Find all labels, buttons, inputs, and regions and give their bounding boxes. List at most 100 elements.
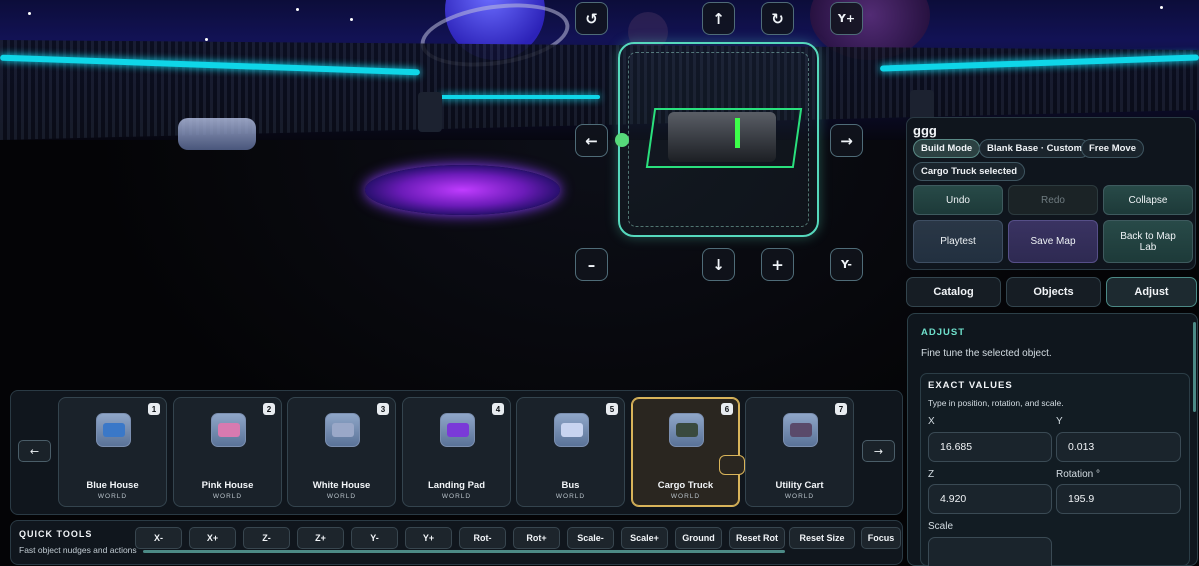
adjust-scrollbar[interactable]	[1193, 322, 1196, 412]
quick-tool-button[interactable]: Z+	[297, 527, 344, 549]
hotbar-slot[interactable]: 6 Cargo Truck WORLD	[631, 397, 745, 507]
scale-label: Scale	[928, 521, 954, 532]
object-icon	[102, 423, 125, 437]
x-input[interactable]: 16.685	[928, 432, 1052, 462]
selected-cargo-truck[interactable]	[668, 112, 776, 162]
slot-type: WORLD	[326, 493, 357, 500]
quick-tools-scrollbar[interactable]	[143, 550, 785, 553]
rotate-left-button[interactable]: ↺	[575, 2, 608, 35]
object-thumbnail	[211, 413, 246, 447]
y-input[interactable]: 0.013	[1056, 432, 1181, 462]
hotbar-slot[interactable]: 2 Pink House WORLD	[173, 397, 282, 507]
slot-type: WORLD	[441, 493, 472, 500]
quick-tool-button[interactable]: Reset Rot	[729, 527, 785, 549]
selected-object-chip: Cargo Truck selected	[913, 162, 1026, 181]
adjust-subtitle: Fine tune the selected object.	[921, 348, 1052, 359]
move-up-button[interactable]: ↑	[702, 2, 735, 35]
quick-tool-button[interactable]: X+	[189, 527, 236, 549]
star	[1160, 6, 1163, 9]
slot-name: Pink House	[201, 480, 254, 491]
rotate-right-button[interactable]: ↻	[761, 2, 794, 35]
hotbar-next-button[interactable]: →	[862, 440, 895, 462]
object-icon	[675, 423, 698, 437]
slot-type: WORLD	[97, 493, 128, 500]
quick-tool-button[interactable]: X-	[135, 527, 182, 549]
object-thumbnail	[440, 413, 475, 447]
hotbar-slot[interactable]: 5 Bus WORLD	[516, 397, 625, 507]
object-icon	[789, 423, 812, 437]
base-chip[interactable]: Blank Base · Custom	[979, 139, 1091, 158]
quick-tool-button[interactable]: Ground	[675, 527, 722, 549]
tab-adjust[interactable]: Adjust	[1106, 277, 1197, 307]
object-icon	[560, 423, 583, 437]
quick-tool-button[interactable]: Scale-	[567, 527, 614, 549]
z-input[interactable]: 4.920	[928, 484, 1052, 514]
hotbar-slot[interactable]: 7 Utility Cart WORLD	[745, 397, 854, 507]
object-icon	[331, 423, 354, 437]
x-label: X	[928, 416, 935, 427]
build-mode-chip[interactable]: Build Mode	[913, 139, 981, 158]
object-icon	[217, 423, 240, 437]
quick-tool-button[interactable]: Y-	[351, 527, 398, 549]
free-move-chip[interactable]: Free Move	[1081, 139, 1144, 158]
slot-type: WORLD	[784, 493, 815, 500]
playtest-button[interactable]: Playtest	[913, 220, 1003, 263]
slot-name: White House	[312, 480, 371, 491]
quick-tool-button[interactable]: Focus	[861, 527, 901, 549]
slot-name: Landing Pad	[428, 480, 485, 491]
exact-values-title: EXACT VALUES	[928, 380, 1013, 391]
slot-type: WORLD	[670, 493, 701, 500]
undo-button[interactable]: Undo	[913, 185, 1003, 215]
move-left-button[interactable]: ←	[575, 124, 608, 157]
collapse-button[interactable]: Collapse	[1103, 185, 1193, 215]
pillar	[418, 92, 442, 132]
slot-handle[interactable]	[719, 455, 745, 475]
quick-tool-button[interactable]: Rot+	[513, 527, 560, 549]
tab-catalog[interactable]: Catalog	[906, 277, 1001, 307]
quick-tool-button[interactable]: Rot-	[459, 527, 506, 549]
star	[205, 38, 208, 41]
placed-bus[interactable]	[178, 118, 256, 150]
scale-input[interactable]	[928, 537, 1052, 566]
slot-number: 5	[606, 403, 618, 415]
object-thumbnail	[325, 413, 360, 447]
slot-type: WORLD	[555, 493, 586, 500]
adjust-title: ADJUST	[921, 327, 966, 338]
hotbar-slot[interactable]: 4 Landing Pad WORLD	[402, 397, 511, 507]
save-map-button[interactable]: Save Map	[1008, 220, 1098, 263]
slot-name: Blue House	[86, 480, 139, 491]
alien-marker	[615, 133, 629, 147]
hotbar-slot[interactable]: 1 Blue House WORLD	[58, 397, 167, 507]
rotation-label: Rotation °	[1056, 469, 1101, 480]
star	[28, 12, 31, 15]
slot-name: Cargo Truck	[657, 480, 714, 491]
truck-stripe	[735, 118, 740, 148]
object-thumbnail	[669, 413, 704, 447]
slot-number: 2	[263, 403, 275, 415]
object-thumbnail	[783, 413, 818, 447]
redo-button[interactable]: Redo	[1008, 185, 1098, 215]
zoom-out-button[interactable]: –	[575, 248, 608, 281]
star	[350, 18, 353, 21]
quick-tool-button[interactable]: Scale+	[621, 527, 668, 549]
quick-tool-button[interactable]: Z-	[243, 527, 290, 549]
quick-tool-button[interactable]: Y+	[405, 527, 452, 549]
placed-landing-pad[interactable]	[365, 165, 560, 215]
slot-type: WORLD	[212, 493, 243, 500]
hotbar-prev-button[interactable]: ←	[18, 440, 51, 462]
slot-number: 6	[721, 403, 733, 415]
back-to-map-lab-button[interactable]: Back to Map Lab	[1103, 220, 1193, 263]
object-icon	[446, 423, 469, 437]
rotation-input[interactable]: 195.9	[1056, 484, 1181, 514]
exact-values-subtitle: Type in position, rotation, and scale.	[928, 398, 1064, 408]
quick-tool-button[interactable]: Reset Size	[789, 527, 855, 549]
tab-objects[interactable]: Objects	[1006, 277, 1101, 307]
slot-number: 4	[492, 403, 504, 415]
y-minus-button[interactable]: Y-	[830, 248, 863, 281]
slot-name: Utility Cart	[775, 480, 824, 491]
y-plus-button[interactable]: Y+	[830, 2, 863, 35]
zoom-in-button[interactable]: +	[761, 248, 794, 281]
hotbar-slot[interactable]: 3 White House WORLD	[287, 397, 396, 507]
move-down-button[interactable]: ↓	[702, 248, 735, 281]
move-right-button[interactable]: →	[830, 124, 863, 157]
